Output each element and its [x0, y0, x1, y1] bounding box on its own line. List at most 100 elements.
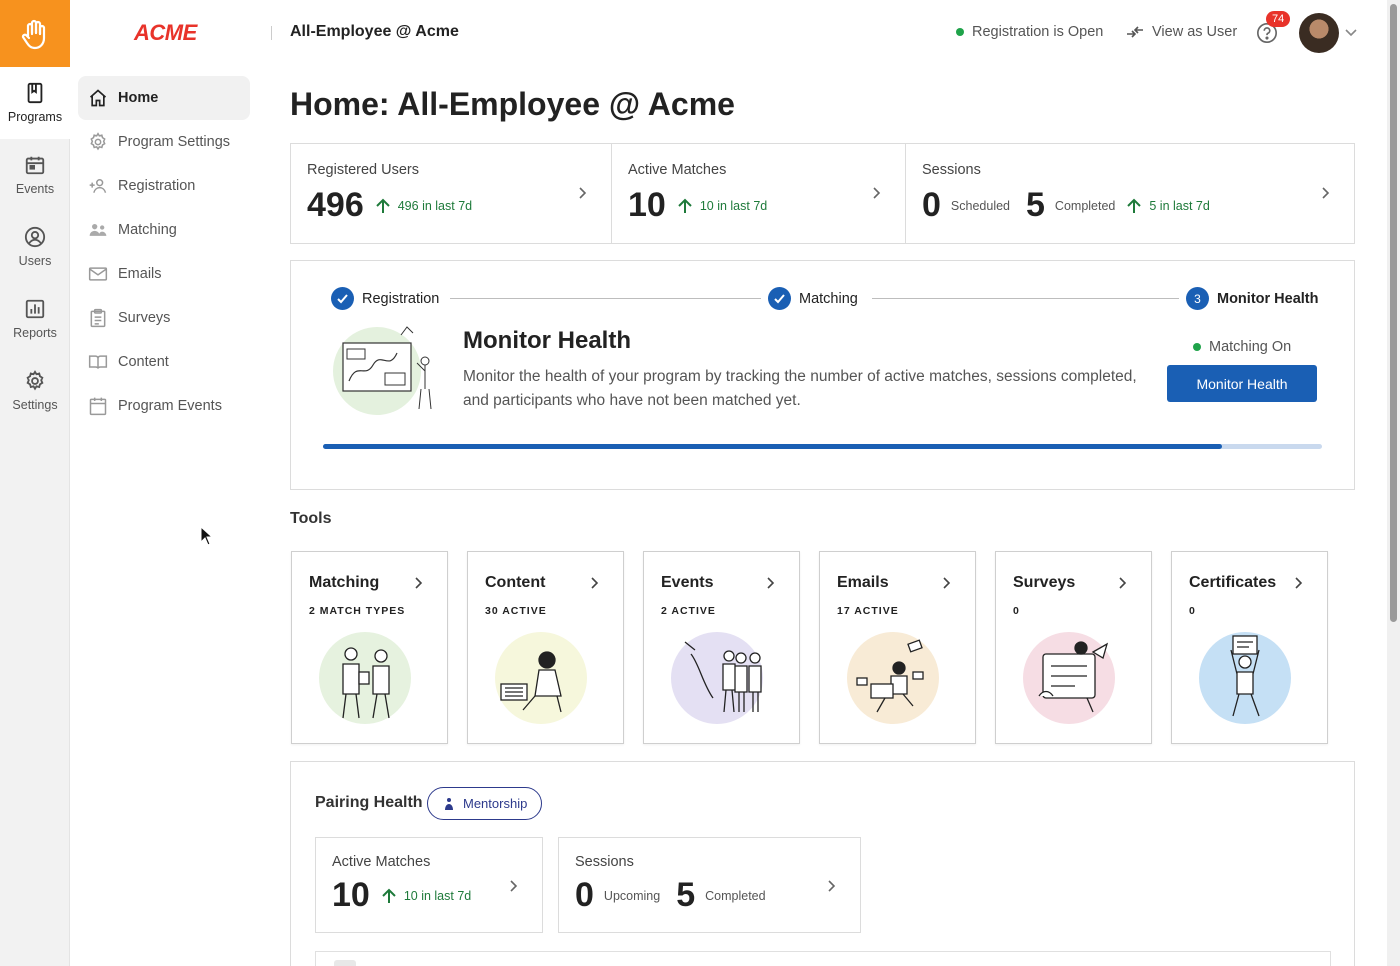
registered-users-card[interactable]: Registered Users 496 496 in last 7d — [291, 144, 612, 243]
chevron-right-icon — [510, 880, 518, 892]
events-illustration — [671, 632, 763, 724]
rail-item-settings[interactable]: Settings — [0, 355, 70, 427]
pairing-health-section: Pairing Health Mentorship Active Matches… — [290, 761, 1355, 966]
mentorship-pill[interactable]: Mentorship — [427, 787, 543, 820]
step-registration[interactable]: Registration — [331, 287, 439, 310]
monitor-health-illustration — [333, 326, 432, 415]
pairing-active-matches-card[interactable]: Active Matches 10 10 in last 7d — [315, 837, 543, 933]
sidebar-item-program-events[interactable]: Program Events — [78, 384, 250, 428]
stat-label: Active Matches — [332, 854, 431, 870]
rail-item-events[interactable]: Events — [0, 139, 70, 211]
step-monitor-health[interactable]: 3 Monitor Health — [1186, 287, 1319, 310]
rail-label: Programs — [7, 110, 63, 124]
gear-icon — [90, 132, 106, 151]
mentorship-icon — [445, 797, 453, 810]
sidebar-item-matching[interactable]: Matching — [78, 208, 250, 252]
chevron-right-icon — [767, 577, 775, 589]
tool-count: 2 ACTIVE — [661, 605, 716, 617]
tool-name: Content — [485, 574, 546, 591]
bar-chart-icon — [25, 299, 45, 319]
rail-label: Users — [18, 254, 52, 268]
tool-count: 0 — [1013, 605, 1020, 617]
scrollbar[interactable] — [1387, 0, 1400, 966]
certificates-illustration — [1199, 632, 1291, 724]
page-title: Home: All-Employee @ Acme — [290, 86, 735, 122]
chevron-down-icon[interactable] — [1344, 25, 1358, 39]
sidebar-item-label: Program Settings — [118, 134, 231, 150]
stat-trend: 496 in last 7d — [374, 197, 472, 215]
sidebar-item-label: Emails — [118, 266, 162, 282]
program-progress-card: Registration Matching 3 Monitor Health M… — [290, 260, 1355, 490]
pairing-sessions-card[interactable]: Sessions 0 Upcoming 5 Completed — [558, 837, 861, 933]
sidebar-item-label: Registration — [118, 178, 196, 194]
mail-icon — [88, 267, 108, 281]
rail-item-reports[interactable]: Reports — [0, 283, 70, 355]
book-open-icon — [88, 355, 108, 369]
tool-count: 2 MATCH TYPES — [309, 605, 406, 617]
program-title: All-Employee @ Acme — [290, 23, 459, 40]
top-header: All-Employee @ Acme Registration is Open… — [270, 0, 1400, 64]
user-circle-icon — [24, 226, 46, 248]
chevron-right-icon — [579, 187, 587, 199]
stat-sublabel: Completed — [1054, 198, 1116, 213]
brand-logo[interactable]: ACME — [134, 20, 197, 46]
tools-heading: Tools — [290, 510, 332, 527]
sidebar-item-label: Home — [118, 90, 159, 106]
hand-wave-icon[interactable] — [0, 0, 70, 67]
stat-trend: 10 in last 7d — [676, 197, 767, 215]
mentorship-pill-label: Mentorship — [463, 796, 528, 811]
chevron-right-icon — [828, 880, 836, 892]
matching-status-text: Matching On — [1209, 339, 1292, 355]
rail-label: Events — [15, 182, 55, 196]
add-user-icon — [89, 179, 107, 193]
list-item[interactable] — [315, 951, 1331, 966]
tool-name: Events — [661, 574, 714, 591]
rail-item-programs[interactable]: Programs — [0, 67, 70, 139]
swap-icon — [1127, 26, 1143, 38]
stat-trend-text: 5 in last 7d — [1149, 198, 1210, 213]
calendar-icon — [89, 397, 107, 416]
monitor-health-title: Monitor Health — [463, 327, 631, 354]
monitor-health-button[interactable]: Monitor Health — [1167, 365, 1317, 402]
stat-value: 0 — [575, 876, 594, 914]
chevron-right-icon — [415, 577, 423, 589]
tool-count: 17 ACTIVE — [837, 605, 899, 617]
sidebar-item-content[interactable]: Content — [78, 340, 250, 384]
step-connector — [872, 298, 1179, 299]
tool-card-emails[interactable]: Emails 17 ACTIVE — [819, 551, 976, 744]
active-matches-card[interactable]: Active Matches 10 10 in last 7d — [612, 144, 906, 243]
scrollbar-thumb[interactable] — [1390, 4, 1397, 622]
stat-value: 5 — [676, 876, 696, 914]
sidebar-item-program-settings[interactable]: Program Settings — [78, 120, 250, 164]
tool-card-surveys[interactable]: Surveys 0 — [995, 551, 1152, 744]
notification-badge[interactable]: 74 — [1266, 11, 1291, 27]
sidebar-item-home[interactable]: Home — [78, 76, 250, 120]
sidebar-item-emails[interactable]: Emails — [78, 252, 250, 296]
stat-value: 10 — [628, 186, 666, 224]
monitor-health-description: Monitor the health of your program by tr… — [463, 368, 1137, 409]
rail-item-users[interactable]: Users — [0, 211, 70, 283]
registration-status-text: Registration is Open — [972, 24, 1104, 40]
step-matching[interactable]: Matching — [768, 287, 858, 310]
step-number: 3 — [1186, 287, 1209, 310]
book-icon — [27, 82, 43, 104]
sidebar-item-surveys[interactable]: Surveys — [78, 296, 250, 340]
surveys-illustration — [1023, 632, 1115, 724]
status-dot — [1193, 343, 1201, 351]
stat-value: 5 — [1026, 186, 1045, 224]
tool-card-content[interactable]: Content 30 ACTIVE — [467, 551, 624, 744]
stat-sublabel: Scheduled — [950, 198, 1010, 213]
chevron-right-icon — [1322, 187, 1330, 199]
avatar[interactable] — [1299, 13, 1339, 53]
registration-status[interactable]: Registration is Open — [956, 24, 1103, 40]
app-rail: Programs Events Users Reports Settings — [0, 0, 70, 966]
sidebar-item-registration[interactable]: Registration — [78, 164, 250, 208]
stat-label: Active Matches — [628, 162, 727, 178]
sessions-card[interactable]: Sessions 0 Scheduled 5 Completed 5 in la… — [906, 144, 1354, 243]
tool-card-certificates[interactable]: Certificates 0 — [1171, 551, 1328, 744]
view-as-user-button[interactable]: View as User — [1126, 24, 1237, 40]
sidebar-item-label: Matching — [118, 222, 177, 238]
tool-card-matching[interactable]: Matching 2 MATCH TYPES — [291, 551, 448, 744]
chevron-right-icon — [591, 577, 599, 589]
tool-card-events[interactable]: Events 2 ACTIVE — [643, 551, 800, 744]
